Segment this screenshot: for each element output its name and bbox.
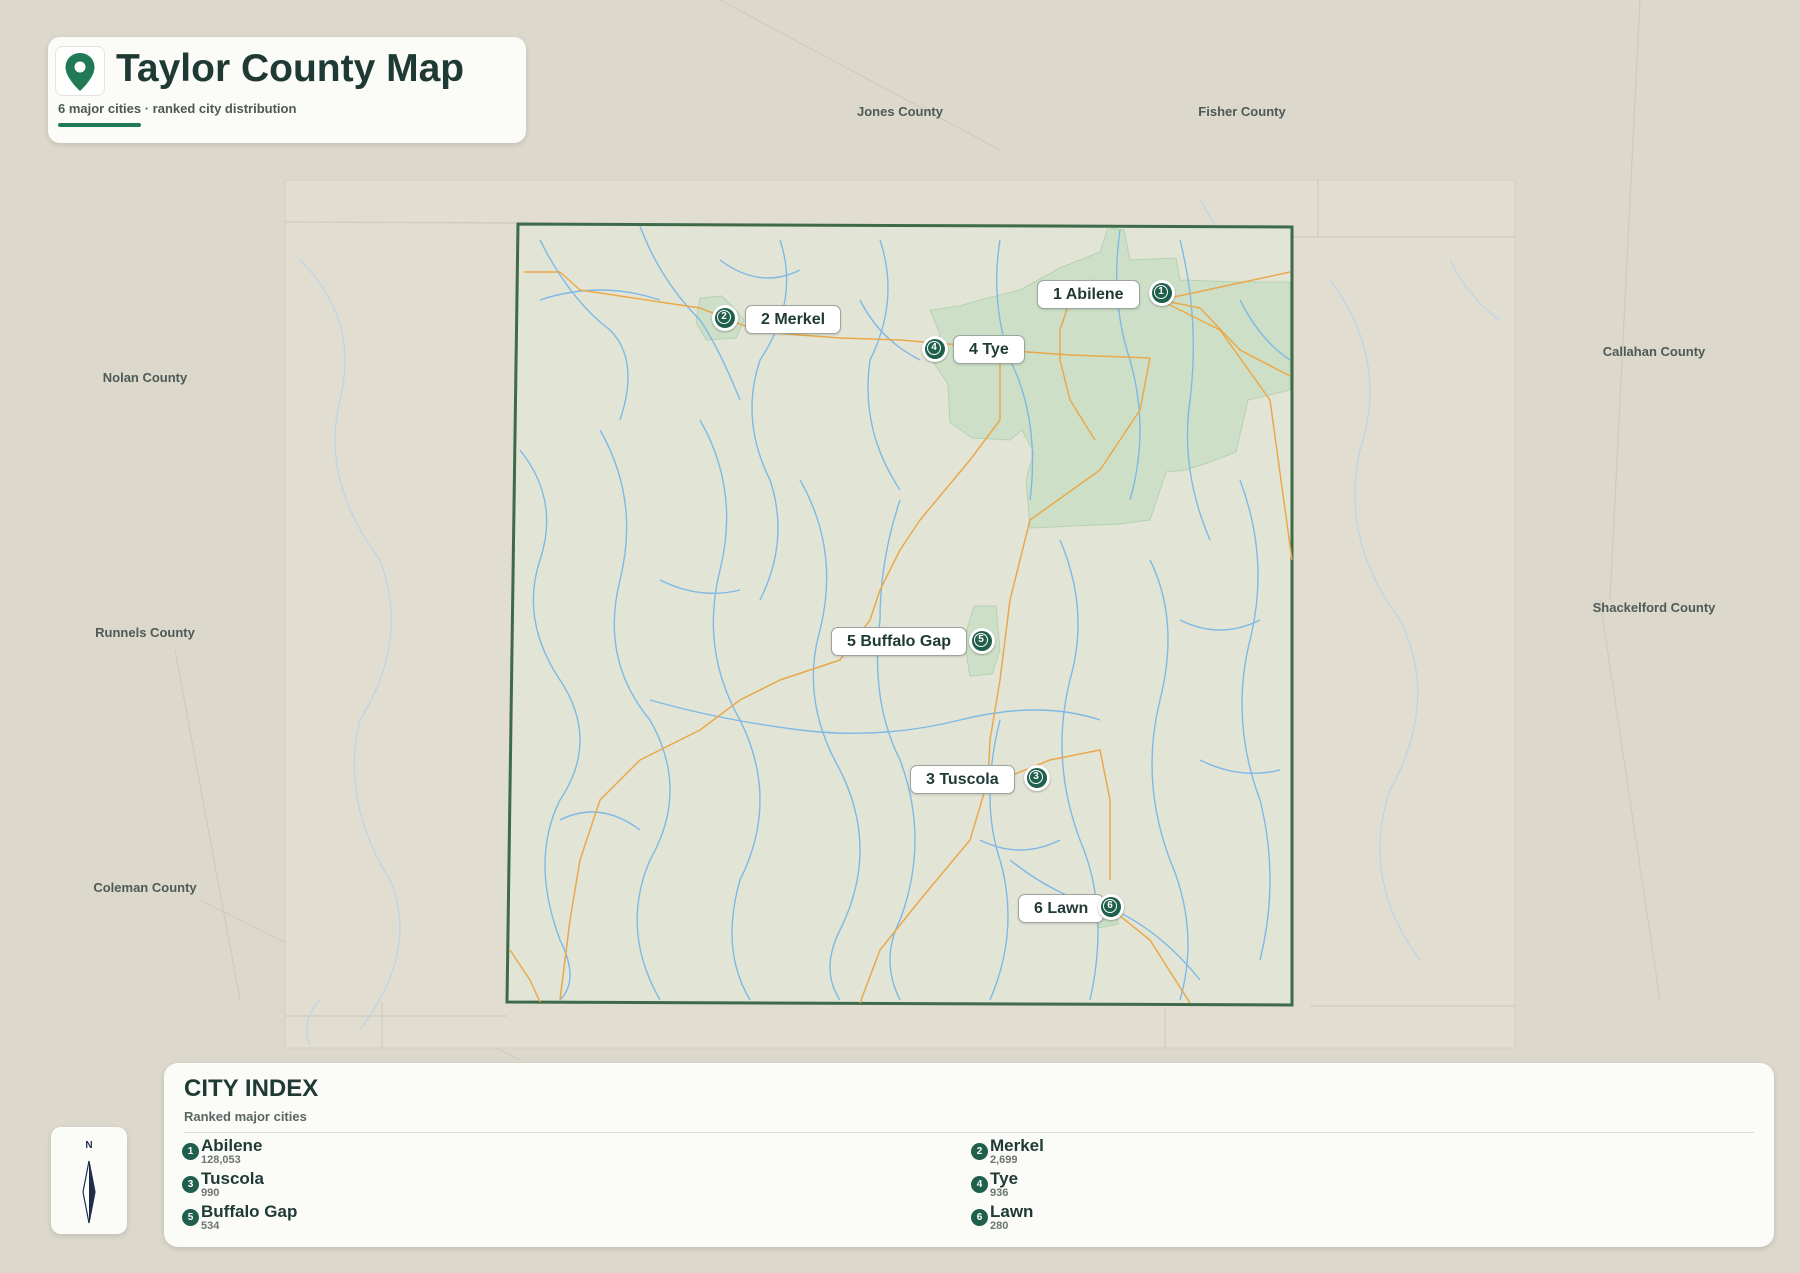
city-marker-tuscola[interactable]: 3 — [1024, 765, 1050, 791]
north-arrow-icon — [82, 1160, 96, 1224]
map-pin-icon — [65, 53, 95, 91]
neighbor-label-fisher: Fisher County — [1198, 104, 1286, 119]
city-name: Lawn — [990, 1202, 1034, 1221]
city-callout-tuscola[interactable]: 3 Tuscola — [910, 765, 1015, 794]
city-marker-lawn[interactable]: 6 — [1098, 894, 1124, 920]
city-name: Buffalo Gap — [201, 1202, 298, 1221]
city-population: 990 — [201, 1187, 220, 1199]
rank-badge: 4 — [971, 1176, 988, 1193]
city-marker-merkel[interactable]: 2 — [712, 305, 738, 331]
rank-badge: 5 — [182, 1209, 199, 1226]
rank-badge: 3 — [182, 1176, 199, 1193]
city-population: 280 — [990, 1220, 1009, 1232]
neighbor-label-jones: Jones County — [857, 104, 943, 119]
city-index-title: CITY INDEX — [184, 1075, 319, 1102]
city-name: Abilene — [201, 1136, 263, 1155]
city-callout-buffalo-gap[interactable]: 5 Buffalo Gap — [831, 627, 968, 656]
city-name: Tye — [990, 1169, 1019, 1188]
rank-badge: 6 — [971, 1209, 988, 1226]
neighbor-label-shackelford: Shackelford County — [1592, 600, 1716, 615]
city-population: 128,053 — [201, 1154, 241, 1166]
city-population: 2,699 — [990, 1154, 1018, 1166]
north-letter: N — [85, 1140, 93, 1151]
neighbor-label-coleman: Coleman County — [93, 880, 197, 895]
city-index-subtitle: Ranked major cities — [184, 1109, 307, 1124]
north-arrow: N — [51, 1127, 127, 1234]
pin-badge — [55, 46, 105, 96]
city-marker-abilene[interactable]: 1 — [1149, 280, 1175, 306]
city-marker-buffalo-gap[interactable]: 5 — [969, 628, 995, 654]
city-name: Merkel — [990, 1136, 1044, 1155]
city-name: Tuscola — [201, 1169, 264, 1188]
city-marker-tye[interactable]: 4 — [922, 336, 948, 362]
city-callout-abilene[interactable]: 1 Abilene — [1037, 280, 1140, 309]
city-population: 936 — [990, 1187, 1009, 1199]
neighbor-label-runnels: Runnels County — [95, 625, 195, 640]
neighbor-label-callahan: Callahan County — [1602, 344, 1706, 359]
city-callout-merkel[interactable]: 2 Merkel — [745, 305, 842, 334]
city-callout-lawn[interactable]: 6 Lawn — [1018, 894, 1105, 923]
page-subtitle: 6 major cities · ranked city distributio… — [58, 101, 297, 116]
rank-badge: 1 — [182, 1143, 199, 1160]
title-card: Taylor County Map 6 major cities · ranke… — [48, 37, 526, 143]
city-callout-tye[interactable]: 4 Tye — [953, 335, 1025, 364]
rank-badge: 2 — [971, 1143, 988, 1160]
city-population: 534 — [201, 1220, 220, 1232]
city-index-panel: CITY INDEX Ranked major cities 1 Abilene… — [164, 1063, 1774, 1247]
city-index-divider — [184, 1132, 1754, 1133]
neighbor-label-nolan: Nolan County — [102, 370, 188, 385]
title-underline — [58, 123, 141, 127]
page-title: Taylor County Map — [116, 47, 465, 90]
